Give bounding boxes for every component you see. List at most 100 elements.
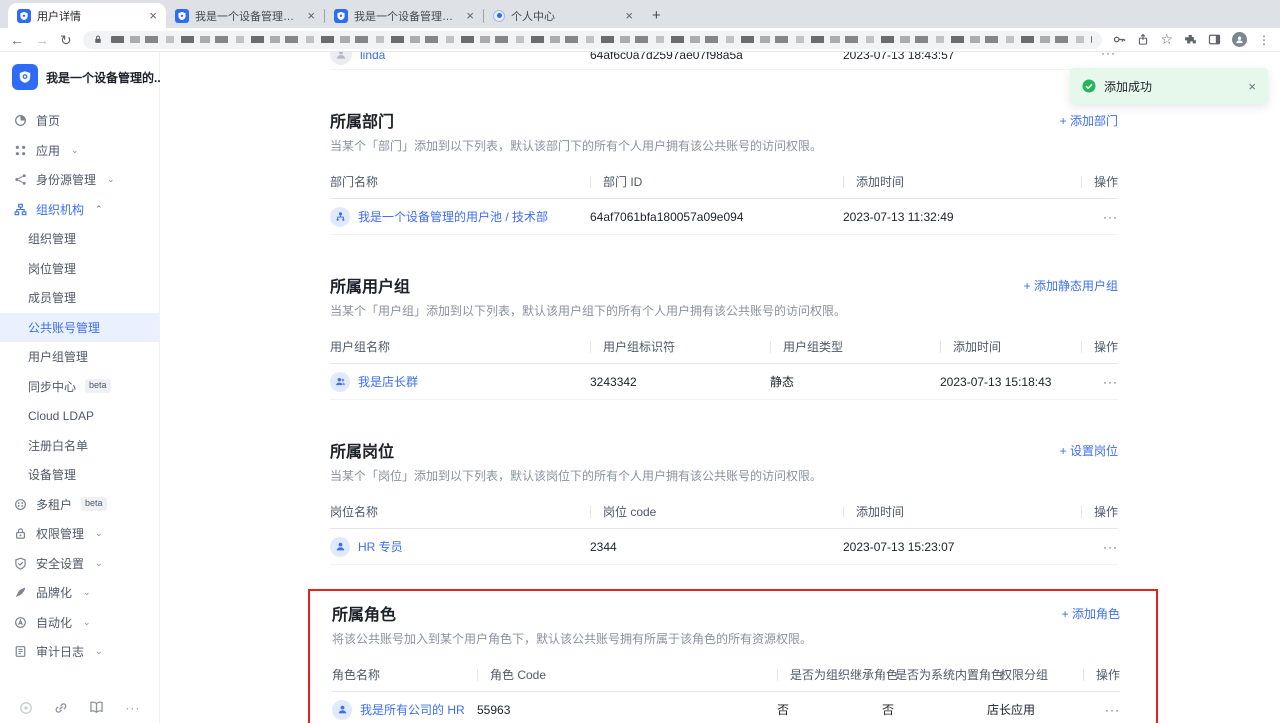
add-role-button[interactable]: + 添加角色	[1062, 605, 1120, 622]
set-position-button[interactable]: + 设置岗位	[1060, 442, 1118, 459]
more-icon[interactable]: ···	[125, 701, 140, 715]
sidebar-item-label: 岗位管理	[28, 260, 76, 277]
tab-userpool-1[interactable]: 我是一个设备管理的用户池 ×	[166, 3, 324, 28]
browser-menu-icon[interactable]: ⋮	[1258, 33, 1270, 47]
role-link[interactable]: 我是所有公司的 HR	[332, 700, 477, 720]
col-header: 部门名称	[330, 173, 590, 190]
browser-toolbar: ← → ↻ ☆ ⋮	[0, 28, 1280, 52]
row-actions-icon[interactable]: ···	[1101, 52, 1116, 60]
sidebar-item-identity-source[interactable]: 身份源管理 ⌄	[0, 165, 159, 195]
sidebar-item-usergroup-management[interactable]: 用户组管理	[0, 342, 159, 372]
tab-close-icon[interactable]: ×	[625, 9, 633, 22]
sidebar-item-organization[interactable]: 组织机构 ⌃	[0, 195, 159, 225]
sidebar-item-device-management[interactable]: 设备管理	[0, 460, 159, 490]
address-bar[interactable]	[83, 31, 1103, 49]
side-panel-icon[interactable]	[1208, 33, 1221, 46]
sidebar-item-label: 组织管理	[28, 230, 76, 247]
table-row-linda-partial: linda 64af6c0a7d2597ae07f98a5a 2023-07-1…	[330, 52, 1118, 70]
sidebar-item-security-settings[interactable]: 安全设置 ⌄	[0, 549, 159, 579]
department-link[interactable]: 我是一个设备管理的用户池 / 技术部	[330, 207, 590, 227]
user-group-link[interactable]: 我是店长群	[330, 372, 590, 392]
row-actions-icon[interactable]: ···	[1078, 210, 1118, 224]
sidebar-item-audit-log[interactable]: 审计日志 ⌄	[0, 637, 159, 667]
browser-window: 用户详情 × 我是一个设备管理的用户池 × 我是一个设备管理的用户池 × 个人中…	[0, 0, 1280, 723]
added-time: 2023-07-13 15:23:07	[843, 540, 1078, 554]
chevron-down-icon: ⌄	[95, 558, 103, 569]
user-group-name: 我是店长群	[358, 373, 418, 390]
lock-icon	[93, 34, 103, 45]
sidebar-item-label: 安全设置	[36, 555, 84, 572]
sidebar-item-branding[interactable]: 品牌化 ⌄	[0, 578, 159, 608]
role-name: 我是所有公司的 HR	[360, 701, 465, 718]
workspace-switcher[interactable]: 我是一个设备管理的... ⌄	[0, 64, 159, 90]
row-actions-icon[interactable]: ···	[1078, 540, 1118, 554]
role-builtin: 否	[882, 701, 987, 718]
sidebar-item-position-management[interactable]: 岗位管理	[0, 254, 159, 284]
sidebar-item-permission-management[interactable]: 权限管理 ⌄	[0, 519, 159, 549]
extensions-puzzle-icon[interactable]	[1184, 33, 1197, 46]
success-toast: 添加成功 ×	[1070, 68, 1268, 104]
sidebar-item-sync-center[interactable]: 同步中心 beta	[0, 372, 159, 402]
chevron-down-icon: ⌄	[95, 528, 103, 539]
position-name: HR 专员	[358, 538, 403, 555]
sidebar-item-label: Cloud LDAP	[28, 409, 94, 423]
sidebar-item-registration-whitelist[interactable]: 注册白名单	[0, 431, 159, 461]
forward-icon[interactable]: →	[35, 33, 49, 47]
sidebar-item-label: 身份源管理	[36, 171, 96, 188]
sidebar-item-automation[interactable]: 自动化 ⌄	[0, 608, 159, 638]
tab-close-icon[interactable]: ×	[149, 9, 157, 22]
tab-user-detail[interactable]: 用户详情 ×	[8, 3, 166, 28]
group-identifier: 3243342	[590, 375, 770, 389]
new-tab-button[interactable]: +	[652, 7, 661, 24]
position-link[interactable]: HR 专员	[330, 537, 590, 557]
link-icon[interactable]	[54, 701, 68, 715]
added-time: 2023-07-13 11:32:49	[843, 210, 1078, 224]
user-link[interactable]: linda	[360, 52, 385, 62]
lock-icon	[13, 527, 27, 541]
table-row: HR 专员 2344 2023-07-13 15:23:07 ···	[330, 529, 1118, 565]
password-key-icon[interactable]	[1113, 33, 1126, 46]
tab-close-icon[interactable]: ×	[466, 9, 474, 22]
col-header: 添加时间	[940, 338, 1078, 355]
row-actions-icon[interactable]: ···	[1078, 375, 1118, 389]
dot-favicon-icon	[493, 10, 505, 22]
row-actions-icon[interactable]: ···	[1080, 703, 1120, 717]
home-icon	[13, 114, 27, 128]
toast-close-icon[interactable]: ×	[1248, 79, 1256, 94]
sidebar-item-member-management[interactable]: 成员管理	[0, 283, 159, 313]
workspace-logo-shield-icon	[12, 64, 38, 90]
help-icon[interactable]	[19, 701, 33, 715]
section-description: 当某个「部门」添加到以下列表，默认该部门下的所有个人用户拥有该公共账号的访问权限…	[330, 138, 1118, 155]
profile-avatar[interactable]	[1232, 32, 1247, 47]
sidebar-item-label: 成员管理	[28, 289, 76, 306]
sidebar-item-home[interactable]: 首页	[0, 106, 159, 136]
bookmark-star-icon[interactable]: ☆	[1160, 31, 1173, 48]
section-roles: 所属角色 + 添加角色 将该公共账号加入到某个用户角色下，默认该公共账号拥有所属…	[332, 603, 1120, 723]
share-icon[interactable]	[1137, 33, 1149, 46]
sidebar-item-public-account-management[interactable]: 公共账号管理	[0, 313, 159, 343]
tab-userpool-2[interactable]: 我是一个设备管理的用户池 ×	[325, 3, 483, 28]
docs-book-icon[interactable]	[89, 700, 104, 715]
back-icon[interactable]: ←	[10, 33, 24, 47]
beta-badge: beta	[85, 379, 111, 393]
sidebar-item-apps[interactable]: 应用 ⌄	[0, 136, 159, 166]
section-departments: 所属部门 + 添加部门 当某个「部门」添加到以下列表，默认该部门下的所有个人用户…	[330, 110, 1118, 235]
tab-personal-center[interactable]: 个人中心 ×	[484, 3, 642, 28]
sidebar-item-cloud-ldap[interactable]: Cloud LDAP	[0, 401, 159, 431]
sidebar-item-multi-tenant[interactable]: 多租户 beta	[0, 490, 159, 520]
reload-icon[interactable]: ↻	[60, 33, 72, 47]
add-static-group-button[interactable]: + 添加静态用户组	[1024, 277, 1118, 294]
position-code: 2344	[590, 540, 843, 554]
tab-close-icon[interactable]: ×	[307, 9, 315, 22]
shield-favicon-icon	[17, 9, 31, 23]
section-title: 所属用户组	[330, 273, 410, 297]
tab-title: 用户详情	[37, 8, 143, 24]
col-header: 是否为组织继承角色	[777, 666, 882, 683]
sidebar-item-org-management[interactable]: 组织管理	[0, 224, 159, 254]
table-header: 部门名称 部门 ID 添加时间 操作	[330, 165, 1118, 199]
shield-favicon-icon	[175, 9, 189, 23]
col-header: 岗位名称	[330, 503, 590, 520]
add-department-button[interactable]: + 添加部门	[1060, 112, 1118, 129]
chevron-down-icon: ⌄	[107, 174, 115, 185]
sidebar-item-label: 注册白名单	[28, 437, 88, 454]
